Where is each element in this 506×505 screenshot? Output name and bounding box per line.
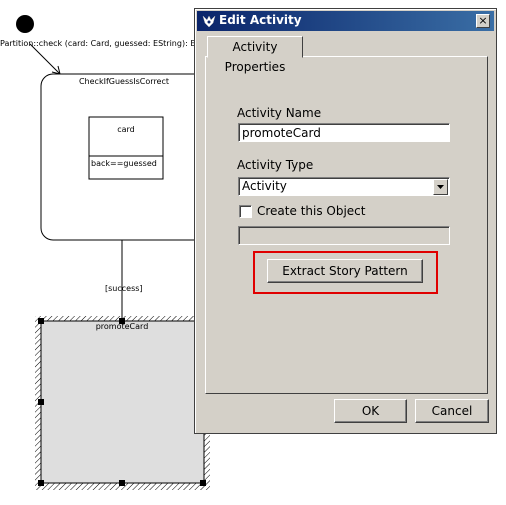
chevron-down-icon [437,185,444,189]
activity-name-label: promoteCard [96,322,149,331]
ok-button[interactable]: OK [334,399,407,423]
app-logo-icon [202,15,216,28]
close-button[interactable]: × [476,14,490,28]
tab-label: Activity Properties [224,40,286,74]
state-title: CheckIfGuessIsCorrect [79,77,169,86]
close-icon: × [478,14,488,27]
activity-name-input[interactable] [238,123,450,142]
selection-handle-mid-left[interactable] [38,399,44,405]
initial-state-node[interactable] [16,15,34,33]
create-object-checkbox[interactable] [239,205,252,218]
dropdown-button[interactable] [433,179,448,195]
create-object-label: Create this Object [257,204,366,218]
dialog-title: Edit Activity [219,13,302,27]
selection-handle-top-left[interactable] [38,318,44,324]
activity-name-field-label: Activity Name [237,106,322,120]
edit-activity-dialog: Edit Activity × Activity Properties Acti… [194,8,497,434]
dialog-titlebar[interactable]: Edit Activity × [197,11,494,31]
selection-handle-bottom-left[interactable] [38,480,44,486]
selection-handle-bottom-mid[interactable] [119,480,125,486]
activity-promote-card[interactable] [40,320,205,484]
selection-handle-bottom-right[interactable] [200,480,206,486]
object-card-attribute: back==guessed [91,159,157,168]
object-card-name: card [117,125,135,134]
activity-type-selected-value: Activity [242,179,287,193]
activity-type-field-label: Activity Type [237,158,314,172]
transition-guard-label: [success] [105,284,143,293]
initial-transition-line [29,43,61,75]
tab-activity-properties[interactable]: Activity Properties [207,36,303,74]
ok-label: OK [361,404,380,418]
cancel-label: Cancel [431,404,473,418]
highlight-annotation-box [253,251,438,294]
activity-type-select[interactable]: Activity [238,177,450,196]
cancel-button[interactable]: Cancel [415,399,489,423]
object-name-input-disabled [238,226,450,245]
